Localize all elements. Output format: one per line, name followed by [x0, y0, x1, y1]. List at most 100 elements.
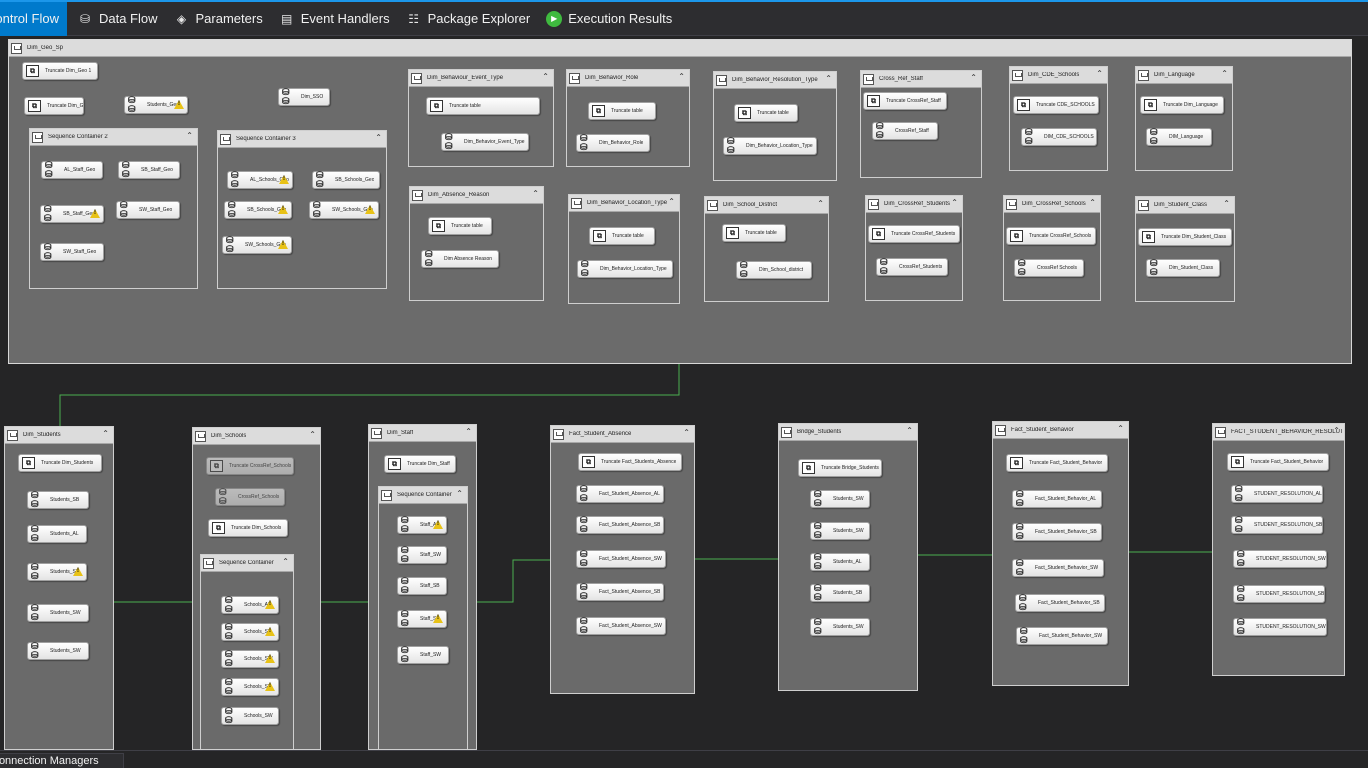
task-sb-schools-geo-2[interactable]: ⛁⛁ SB_Schools_Geo: [224, 201, 292, 219]
task-student-resolution-sb-2[interactable]: ⛁⛁ STUDENT_RESOLUTION_SB: [1233, 585, 1325, 603]
task-truncate-fact-student-behavior[interactable]: ⧉ Truncate Fact_Student_Behavior: [1006, 454, 1108, 472]
task-fact-absence-sw[interactable]: ⛁⛁ Fact_Student_Absence_SW: [576, 550, 666, 568]
task-crossref-schools-disabled[interactable]: ⛁⛁ CrossRef_Schools: [215, 488, 285, 506]
collapse-icon[interactable]: ⌃: [906, 427, 913, 435]
collapse-icon[interactable]: ⌃: [817, 200, 824, 208]
task-truncate-fact-students-absence[interactable]: ⧉ Truncate Fact_Students_Absence: [578, 453, 682, 471]
task-schools-sb[interactable]: ⛁⛁ Schools_SB: [221, 623, 279, 641]
task-truncate-table[interactable]: ⧉ Truncate table: [722, 224, 786, 242]
collapse-icon[interactable]: ⌃: [375, 134, 382, 142]
task-student-resolution-sw-2[interactable]: ⛁⛁ STUDENT_RESOLUTION_SW: [1233, 618, 1327, 636]
task-crossref-schools[interactable]: ⛁⛁ CrossRef Schools: [1014, 259, 1084, 277]
tab-data-flow[interactable]: ⛁ Data Flow: [71, 2, 168, 36]
task-truncate-fact-student-behavior-res[interactable]: ⧉ Truncate Fact_Student_Behavior: [1227, 453, 1329, 471]
collapse-icon[interactable]: ⌃: [1096, 70, 1103, 78]
task-sb-schools-geo[interactable]: ⛁⛁ SB_Schools_Geo: [312, 171, 380, 189]
collapse-icon[interactable]: ⌃: [186, 132, 193, 140]
task-fact-absence-sb[interactable]: ⛁⛁ Fact_Student_Absence_SB: [576, 516, 664, 534]
task-truncate-dim-schools[interactable]: ⧉ Truncate Dim_Schools: [208, 519, 288, 537]
task-schools-sb-2[interactable]: ⛁⛁ Schools_SB: [221, 678, 279, 696]
task-sw-staff-geo-2[interactable]: ⛁⛁ SW_Staff_Geo: [40, 243, 104, 261]
task-student-resolution-al[interactable]: ⛁⛁ STUDENT_RESOLUTION_AL: [1231, 485, 1323, 503]
task-sw-schools-geo-2[interactable]: ⛁⛁ SW_Schools_Geo: [222, 236, 292, 254]
task-dim-behavior-location-type[interactable]: ⛁⛁ Dim_Behavior_Location_Type: [723, 137, 817, 155]
task-bridge-students-al[interactable]: ⛁⛁ Students_AL: [810, 553, 870, 571]
task-truncate-cde-schools[interactable]: ⧉ Truncate CDE_SCHOOLS: [1013, 96, 1099, 114]
task-fact-behavior-sw-2[interactable]: ⛁⛁ Fact_Student_Behavior_SW: [1016, 627, 1108, 645]
task-bridge-students-sw-2[interactable]: ⛁⛁ Students_SW: [810, 522, 870, 540]
container-dim-crossref-students[interactable]: Dim_CrossRef_Students ⌃: [865, 195, 963, 301]
task-dim-sso[interactable]: ⛁⛁ Dim_SSO: [278, 88, 330, 106]
task-fact-behavior-sb-2[interactable]: ⛁⛁ Fact_Student_Behavior_SB: [1015, 594, 1105, 612]
container-dim-language[interactable]: Dim_Language ⌃: [1135, 66, 1233, 171]
task-bridge-students-sb[interactable]: ⛁⛁ Students_SB: [810, 584, 870, 602]
task-student-resolution-sw[interactable]: ⛁⛁ STUDENT_RESOLUTION_SW: [1233, 550, 1327, 568]
task-al-schools-geo[interactable]: ⛁⛁ AL_Schools_Geo: [227, 171, 293, 189]
task-dim-student-class[interactable]: ⛁⛁ Dim_Student_Class: [1146, 259, 1220, 277]
task-fact-absence-sb-2[interactable]: ⛁⛁ Fact_Student_Absence_SB: [576, 583, 664, 601]
tab-parameters[interactable]: ◈ Parameters: [168, 2, 273, 36]
container-dim-behavior-location-type[interactable]: Dim_Behavior_Location_Type ⌃: [568, 194, 680, 304]
task-schools-al[interactable]: ⛁⛁ Schools_AL: [221, 596, 279, 614]
control-flow-canvas[interactable]: Dim_Geo_Sp ⧉ Truncate Dim_Geo 1 ⧉ Truncate…: [0, 37, 1368, 750]
task-truncate-dim-students[interactable]: ⧉ Truncate Dim_Students: [18, 454, 102, 472]
collapse-icon[interactable]: ⌃: [1333, 427, 1340, 435]
tab-control-flow[interactable]: Control Flow: [0, 1, 67, 36]
container-dim-behavior-resolution-type[interactable]: Dim_Behavior_Resolution_Type ⌃: [713, 71, 837, 181]
container-dim-crossref-schools[interactable]: Dim_CrossRef_Schools ⌃: [1003, 195, 1101, 301]
collapse-icon[interactable]: ⌃: [1223, 200, 1230, 208]
task-fact-behavior-sw[interactable]: ⛁⛁ Fact_Student_Behavior_SW: [1012, 559, 1104, 577]
task-sw-schools-geo[interactable]: ⛁⛁ SW_Schools_Geo: [309, 201, 379, 219]
tab-package-explorer[interactable]: ☷ Package Explorer: [400, 2, 541, 36]
collapse-icon[interactable]: ⌃: [683, 429, 690, 437]
task-dim-absence-reason[interactable]: ⛁⛁ Dim Absence Reason: [421, 250, 499, 268]
container-dim-cde-schools[interactable]: Dim_CDE_Schools ⌃: [1009, 66, 1108, 171]
task-truncate-table[interactable]: ⧉ Truncate table: [428, 217, 492, 235]
task-fact-absence-al[interactable]: ⛁⛁ Fact_Student_Absence_AL: [576, 485, 664, 503]
task-al-staff-geo[interactable]: ⛁⛁ AL_Staff_Geo: [41, 161, 103, 179]
collapse-icon[interactable]: ⌃: [282, 558, 289, 566]
task-staff-sw-2[interactable]: ⛁⛁ Staff_SW: [397, 646, 449, 664]
collapse-icon[interactable]: ⌃: [532, 190, 539, 198]
task-fact-behavior-sb[interactable]: ⛁⛁ Fact_Student_Behavior_SB: [1012, 523, 1102, 541]
task-sb-staff-geo[interactable]: ⛁⛁ SB_Staff_Geo: [118, 161, 180, 179]
collapse-icon[interactable]: ⌃: [678, 73, 685, 81]
task-truncate-crossref-staff[interactable]: ⧉ Truncate CrossRef_Staff: [863, 92, 947, 110]
task-fact-absence-sw-2[interactable]: ⛁⛁ Fact_Student_Absence_SW: [576, 617, 666, 635]
task-truncate-dim-language[interactable]: ⧉ Truncate Dim_Language: [1140, 96, 1224, 114]
task-schools-sw-2[interactable]: ⛁⛁ Schools_SW: [221, 707, 279, 725]
collapse-icon[interactable]: ⌃: [1117, 425, 1124, 433]
container-dim-behaviour-event-type[interactable]: Dim_Behaviour_Event_Type ⌃: [408, 69, 554, 167]
task-truncate-table[interactable]: ⧉ Truncate table: [589, 227, 655, 245]
collapse-icon[interactable]: ⌃: [1221, 70, 1228, 78]
task-student-resolution-sb[interactable]: ⛁⛁ STUDENT_RESOLUTION_SB: [1231, 516, 1323, 534]
task-truncate-table[interactable]: ⧉ Truncate table: [588, 102, 656, 120]
task-truncate-dim-student-class[interactable]: ⧉ Truncate Dim_Student_Class: [1138, 228, 1232, 246]
collapse-icon[interactable]: ⌃: [309, 431, 316, 439]
task-dim-behavior-role[interactable]: ⛁⛁ Dim_Behavior_Role: [576, 134, 650, 152]
task-schools-sw[interactable]: ⛁⛁ Schools_SW: [221, 650, 279, 668]
collapse-icon[interactable]: ⌃: [542, 73, 549, 81]
task-dim-school-district[interactable]: ⛁⛁ Dim_School_district: [736, 261, 812, 279]
collapse-icon[interactable]: ⌃: [465, 428, 472, 436]
task-dim-behavior-location-type-2[interactable]: ⛁⛁ Dim_Behavior_Location_Type: [577, 260, 673, 278]
task-dim-cde-schools[interactable]: ⛁⛁ DIM_CDE_SCHOOLS: [1021, 128, 1097, 146]
container-dim-absence-reason[interactable]: Dim_Absence_Reason ⌃: [409, 186, 544, 301]
tab-event-handlers[interactable]: ▤ Event Handlers: [273, 2, 400, 36]
task-truncate-crossref-schools-disabled[interactable]: ⧉ Truncate CrossRef_Schools: [206, 457, 294, 475]
container-dim-school-district[interactable]: Dim_School_District ⌃: [704, 196, 829, 302]
task-truncate-bridge-students[interactable]: ⧉ Truncate Bridge_Students: [798, 459, 882, 477]
task-truncate-crossref-schools[interactable]: ⧉ Truncate CrossRef_Schools: [1006, 227, 1096, 245]
task-students-sb-2[interactable]: ⛁⛁ Students_SB: [27, 563, 87, 581]
task-truncate-dim-geo-1[interactable]: ⧉ Truncate Dim_Geo 1: [22, 62, 98, 80]
task-students-al[interactable]: ⛁⛁ Students_AL: [27, 525, 87, 543]
task-sw-staff-geo[interactable]: ⛁⛁ SW_Staff_Geo: [116, 201, 180, 219]
task-students-sw-2[interactable]: ⛁⛁ Students_SW: [27, 642, 89, 660]
task-students-geo[interactable]: ⛁⛁ Students_Geo: [124, 96, 188, 114]
collapse-icon[interactable]: ⌃: [668, 198, 675, 206]
task-crossref-staff[interactable]: ⛁⛁ CrossRef_Staff: [872, 122, 938, 140]
task-staff-al[interactable]: ⛁⛁ Staff_AL: [397, 516, 447, 534]
collapse-icon[interactable]: ⌃: [102, 430, 109, 438]
task-fact-behavior-al[interactable]: ⛁⛁ Fact_Student_Behavior_AL: [1012, 490, 1102, 508]
connection-managers-tab[interactable]: Connection Managers: [0, 753, 124, 768]
